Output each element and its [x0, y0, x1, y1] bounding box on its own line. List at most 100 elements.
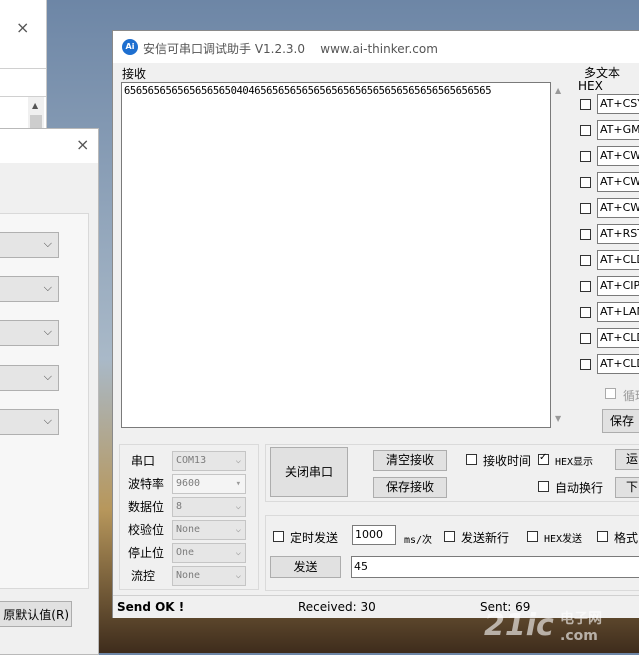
- background-dialog: × ⌵ ⌵ ⌵ ⌵ ⌵ 原默认值(R): [0, 128, 99, 655]
- app-logo: Ai: [122, 39, 138, 55]
- watermark-domain: .com: [560, 628, 598, 644]
- multi-text-input[interactable]: AT+CWJAP: [597, 172, 639, 192]
- chevron-down-icon: ⌵: [235, 525, 241, 535]
- multi-text-input[interactable]: AT+CWLAP: [597, 198, 639, 218]
- format-label: 格式: [614, 531, 639, 545]
- multi-hex-checkbox[interactable]: [580, 281, 591, 292]
- close-icon[interactable]: ×: [76, 135, 89, 154]
- scroll-up-icon[interactable]: ▲: [555, 86, 561, 95]
- recv-time-label: 接收时间: [483, 454, 532, 468]
- loop-label: 循环: [623, 389, 639, 403]
- multi-hex-checkbox[interactable]: [580, 229, 591, 240]
- chevron-down-icon: ⌵: [235, 456, 241, 466]
- hex-display-checkbox[interactable]: [538, 452, 549, 465]
- loop-checkbox[interactable]: [605, 388, 616, 399]
- multi-hex-checkbox[interactable]: [580, 151, 591, 162]
- receive-content: 6565656565656565650404656565656565656565…: [124, 85, 492, 97]
- send-group: [265, 515, 639, 591]
- multi-text-input[interactable]: AT+CWMODE: [597, 146, 639, 166]
- recv-time-checkbox[interactable]: [466, 454, 477, 465]
- multi-hex-checkbox[interactable]: [580, 99, 591, 110]
- flow-label: 流控: [131, 569, 156, 583]
- stopbits-label: 停止位: [128, 546, 165, 560]
- multi-text-input[interactable]: AT+RST: [597, 224, 639, 244]
- setting-combo-1[interactable]: ⌵: [0, 232, 59, 258]
- hex-send-label: HEX发送: [544, 534, 583, 545]
- dialog-titlebar: ×: [0, 129, 98, 163]
- port-select[interactable]: COM13 ⌵: [172, 451, 246, 471]
- titlebar: Ai 安信可串口调试助手 V1.2.3.0 www.ai-thinker.com: [113, 31, 639, 63]
- hex-display-label: HEX显示: [555, 457, 594, 468]
- send-newline-label: 发送新行: [461, 531, 510, 545]
- hex-send-checkbox[interactable]: [527, 531, 538, 542]
- multi-text-input[interactable]: AT+CLDSTART: [597, 250, 639, 270]
- window-title: 安信可串口调试助手 V1.2.3.0 www.ai-thinker.com: [143, 40, 438, 57]
- interval-input[interactable]: 1000: [352, 525, 396, 545]
- receive-scrollbar[interactable]: ▲ ▼: [551, 82, 568, 428]
- close-icon[interactable]: ×: [16, 18, 29, 37]
- setting-combo-5[interactable]: ⌵: [0, 409, 59, 435]
- multi-hex-checkbox[interactable]: [580, 307, 591, 318]
- multi-text-input[interactable]: AT+GMR: [597, 120, 639, 140]
- stopbits-select[interactable]: One ⌵: [172, 543, 246, 563]
- multi-hex-checkbox[interactable]: [580, 177, 591, 188]
- timed-send-label: 定时发送: [290, 531, 339, 545]
- send-newline-checkbox[interactable]: [444, 531, 455, 542]
- auto-wrap-checkbox[interactable]: [538, 481, 549, 492]
- multi-text-input[interactable]: AT+CLDSEND: [597, 328, 639, 348]
- databits-value: 8: [176, 501, 183, 512]
- multi-save-button[interactable]: 保存: [602, 409, 639, 433]
- port-value: COM13: [176, 455, 207, 466]
- received-count: Received: 30: [298, 600, 376, 614]
- close-port-button[interactable]: 关闭串口: [270, 447, 348, 497]
- restore-default-button[interactable]: 原默认值(R): [0, 601, 72, 627]
- down-button[interactable]: 下: [615, 477, 639, 498]
- chevron-down-icon: ▾: [235, 479, 241, 489]
- multi-hex-checkbox[interactable]: [580, 359, 591, 370]
- multi-text-input[interactable]: AT+CIPSTART: [597, 276, 639, 296]
- baud-label: 波特率: [128, 477, 165, 491]
- format-checkbox[interactable]: [597, 531, 608, 542]
- scroll-up-icon[interactable]: ▲: [32, 101, 38, 110]
- save-receive-button[interactable]: 保存接收: [373, 477, 447, 498]
- send-status: Send OK !: [117, 600, 185, 614]
- setting-combo-3[interactable]: ⌵: [0, 320, 59, 346]
- send-text-input[interactable]: 45: [351, 556, 639, 578]
- port-label: 串口: [131, 454, 156, 468]
- databits-select[interactable]: 8 ⌵: [172, 497, 246, 517]
- auto-wrap-label: 自动换行: [555, 481, 604, 495]
- multi-text-input[interactable]: AT+CLDSTOP: [597, 354, 639, 374]
- background-window-top: × ▲: [0, 0, 47, 140]
- multi-text-input[interactable]: AT+CSYS: [597, 94, 639, 114]
- flow-value: None: [176, 570, 201, 581]
- send-button[interactable]: 发送: [270, 556, 341, 578]
- run-button[interactable]: 运: [615, 449, 639, 470]
- serial-assistant-window: Ai 安信可串口调试助手 V1.2.3.0 www.ai-thinker.com…: [112, 30, 639, 618]
- watermark-subtitle: 电子网: [560, 611, 602, 627]
- multi-text-input[interactable]: AT+LANSTART: [597, 302, 639, 322]
- settings-panel: ⌵ ⌵ ⌵ ⌵ ⌵: [0, 213, 89, 589]
- parity-label: 校验位: [128, 523, 165, 537]
- setting-combo-2[interactable]: ⌵: [0, 276, 59, 302]
- chevron-down-icon: ⌵: [235, 502, 241, 512]
- multi-hex-checkbox[interactable]: [580, 333, 591, 344]
- clear-receive-button[interactable]: 清空接收: [373, 450, 447, 471]
- flow-select[interactable]: None ⌵: [172, 566, 246, 586]
- parity-select[interactable]: None ⌵: [172, 520, 246, 540]
- divider: [0, 68, 46, 69]
- scroll-down-icon[interactable]: ▼: [555, 414, 561, 423]
- multi-hex-checkbox[interactable]: [580, 255, 591, 266]
- chevron-down-icon: ⌵: [235, 571, 241, 581]
- receive-textarea[interactable]: 6565656565656565650404656565656565656565…: [121, 82, 551, 428]
- chevron-down-icon: ⌵: [43, 325, 52, 338]
- interval-unit-label: ms/次: [404, 535, 433, 546]
- app-title: 安信可串口调试助手 V1.2.3.0: [143, 42, 306, 56]
- baud-select[interactable]: 9600 ▾: [172, 474, 246, 494]
- timed-send-checkbox[interactable]: [273, 531, 284, 542]
- multi-hex-checkbox[interactable]: [580, 203, 591, 214]
- chevron-down-icon: ⌵: [43, 281, 52, 294]
- chevron-down-icon: ⌵: [43, 237, 52, 250]
- chevron-down-icon: ⌵: [43, 414, 52, 427]
- multi-hex-checkbox[interactable]: [580, 125, 591, 136]
- setting-combo-4[interactable]: ⌵: [0, 365, 59, 391]
